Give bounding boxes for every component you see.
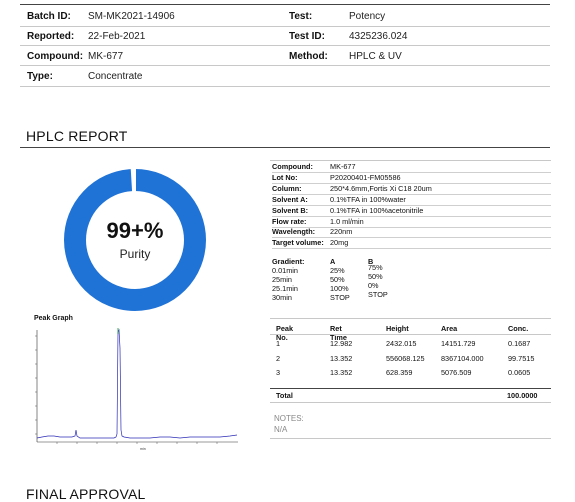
gradient-a-value: 100% [330,284,349,293]
peak-table-cell: 12.982 [330,339,353,348]
peak-table-header: Conc. [508,324,529,333]
test-label: Test: [289,11,313,22]
peak-table-bottom-rule [270,402,551,403]
peak-table-cell: 0.1687 [508,339,531,348]
type-label: Type: [27,71,53,82]
compound-label: Compound: [27,51,84,62]
notes-value: N/A [274,425,288,434]
peak-table-header-rule [270,334,551,335]
notes-rule [270,438,551,439]
peak-table-cell: 1 [276,339,281,348]
spec-key: Solvent B: [272,205,309,215]
peak-graph: min [30,326,242,452]
peak-graph-title: Peak Graph [34,315,73,322]
header-rule-2 [20,45,550,46]
test-value: Potency [349,11,386,22]
reported-value: 22-Feb-2021 [88,31,146,42]
gradient-label: Gradient: [272,257,305,266]
spec-key: Compound: [272,162,313,171]
spec-value: 1.0 ml/min [330,216,364,226]
notes-label: NOTES: [274,414,304,423]
reported-label: Reported: [27,31,75,42]
spec-key: Target volume: [272,238,324,248]
spec-value: 0.1%TFA in 100%acetonitrile [330,205,424,215]
gradient-b-value: 75% [368,263,383,272]
type-value: Concentrate [88,71,143,82]
peak-table-cell: 556068.125 [386,353,425,363]
gradient-a-value: 25% [330,266,345,275]
header-rule-4 [20,86,550,87]
gradient-b-value: 0% [368,281,379,290]
spec-key: Wavelength: [272,227,316,237]
peak-graph-x-caption: min [140,447,146,451]
gradient-time: 25min [272,275,292,284]
spec-value: 220nm [330,227,353,237]
gradient-b-value: STOP [368,290,388,299]
gradient-b-value: 50% [368,272,383,281]
spec-key: Solvent A: [272,194,308,204]
peak-table-cell: 13.352 [330,353,353,363]
compound-value: MK-677 [88,51,124,62]
peak-table-total-rule [270,388,551,389]
peak-table-cell: 99.7515 [508,353,535,363]
peak-table-cell: 8367104.000 [441,353,484,363]
spec-key: Lot No: [272,172,298,182]
gradient-time: 30min [272,293,292,302]
peak-table-cell: 14151.729 [441,339,476,348]
peak-table-header: Area [441,324,458,333]
spec-value: 250*4.6mm,Fortis Xi C18 20um [330,183,432,193]
peak-table-header: Height [386,324,409,333]
spec-value: MK-677 [330,162,356,171]
peak-table-top-rule [270,318,551,319]
spec-row: Target volume: 20mg [272,237,551,250]
method-label: Method: [289,51,328,62]
gradient-time: 0.01min [272,266,298,275]
peak-total-label: Total [276,391,293,400]
gradient-col-a: A [330,257,336,266]
peak-table-cell: 3 [276,368,281,377]
test-id-label: Test ID: [289,31,325,42]
peak-table-cell: 13.352 [330,368,353,377]
peak-table-cell: 2432.015 [386,339,417,348]
hplc-title-rule [20,147,550,148]
peak-table-cell: 5076.509 [441,368,472,377]
purity-value: 99+% [106,218,164,243]
batch-id-value: SM-MK2021-14906 [88,11,175,22]
peak-total-value: 100.0000 [507,391,538,400]
header-rule-3 [20,65,550,66]
batch-id-label: Batch ID: [27,11,71,22]
header-top-rule [20,4,550,5]
test-id-value: 4325236.024 [349,31,408,42]
header-rule-1 [20,26,550,27]
spec-key: Column: [272,183,302,193]
peak-graph-bg [30,326,242,452]
spec-key: Flow rate: [272,216,307,226]
method-value: HPLC & UV [349,51,402,62]
spec-table-top-rule [270,160,551,161]
gradient-time: 25.1min [272,284,298,293]
peak-table-cell: 0.0605 [508,368,531,377]
hplc-report-title: HPLC REPORT [26,128,128,144]
spec-value: 20mg [330,238,349,248]
purity-label: Purity [119,247,151,261]
spec-value: 0.1%TFA in 100%water [330,194,406,204]
peak-table-cell: 2 [276,353,281,363]
spec-value: P20200401-FM05586 [330,172,401,182]
gradient-a-value: 50% [330,275,345,284]
gradient-a-value: STOP [330,293,350,302]
peak-table-cell: 628.359 [386,368,413,377]
